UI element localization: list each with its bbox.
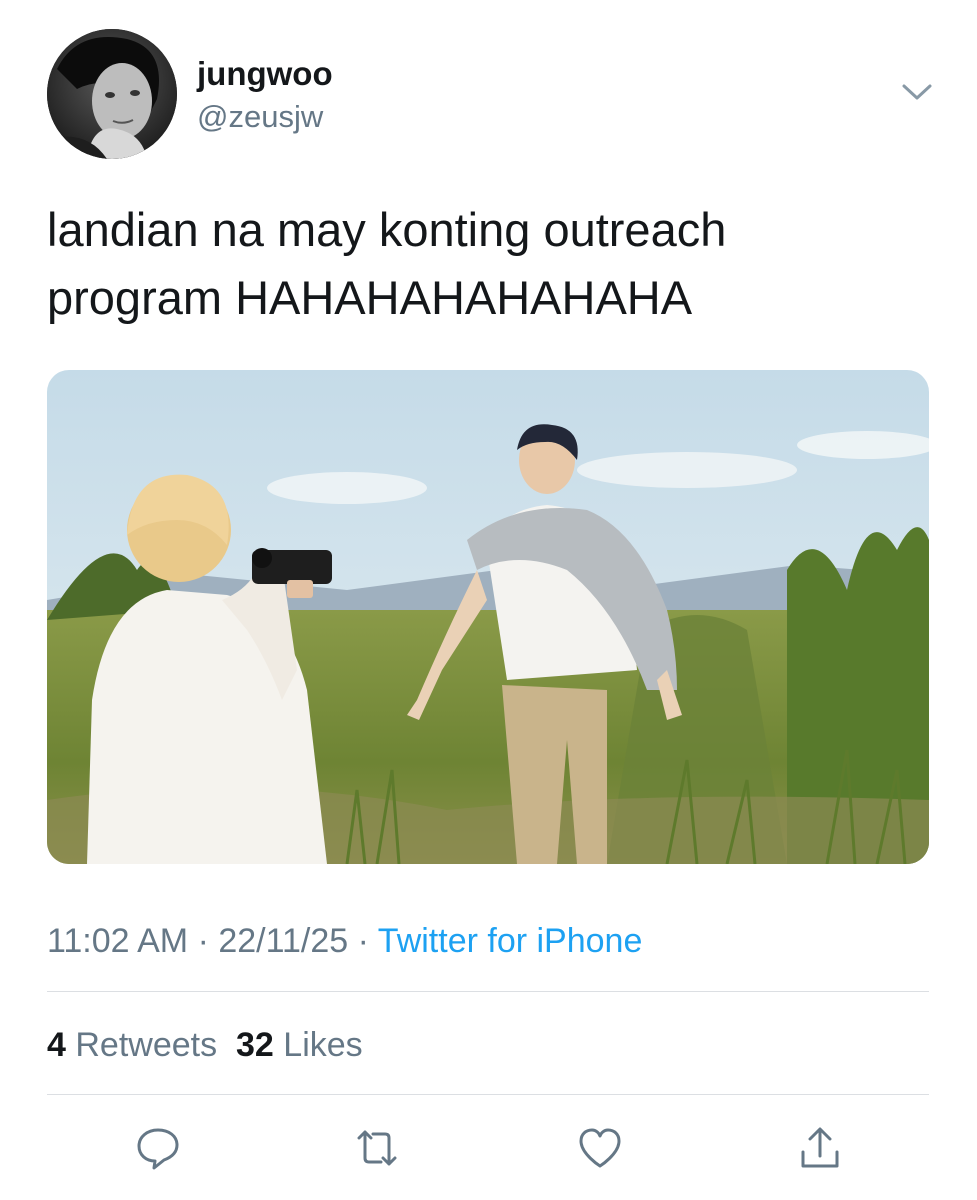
likes-label: Likes (283, 1026, 363, 1064)
avatar-photo (47, 29, 177, 159)
meta-separator: · (348, 922, 378, 960)
tweet-text-line: landian na may konting outreach (47, 203, 727, 256)
retweet-icon[interactable] (353, 1124, 401, 1172)
divider (47, 1094, 929, 1095)
tweet-source-link[interactable]: Twitter for iPhone (378, 922, 643, 960)
share-icon[interactable] (796, 1124, 844, 1172)
user-handle[interactable]: @zeusjw (197, 97, 323, 137)
tweet-meta: 11:02 AM · 22/11/25 · Twitter for iPhone (47, 918, 642, 964)
retweets-stat[interactable]: 4 Retweets (47, 1026, 217, 1064)
tweet-time: 11:02 AM (47, 922, 189, 960)
likes-stat[interactable]: 32 Likes (236, 1026, 363, 1064)
likes-count: 32 (236, 1026, 274, 1064)
display-name[interactable]: jungwoo (197, 54, 333, 94)
meta-separator: · (188, 922, 219, 960)
avatar[interactable] (47, 29, 177, 159)
retweets-count: 4 (47, 1026, 66, 1064)
tweet-date: 22/11/25 (218, 922, 349, 960)
reply-icon[interactable] (134, 1124, 182, 1172)
tweet-stats: 4 Retweets 32 Likes (47, 1022, 363, 1068)
divider (47, 991, 929, 992)
chevron-down-icon[interactable] (900, 80, 934, 104)
tweet-text-line: program HAHAHAHAHAHAHA (47, 271, 693, 324)
tweet-photo[interactable] (47, 370, 929, 864)
heart-icon[interactable] (576, 1124, 624, 1172)
tweet-text: landian na may konting outreach program … (47, 196, 927, 332)
retweets-label: Retweets (75, 1026, 218, 1064)
